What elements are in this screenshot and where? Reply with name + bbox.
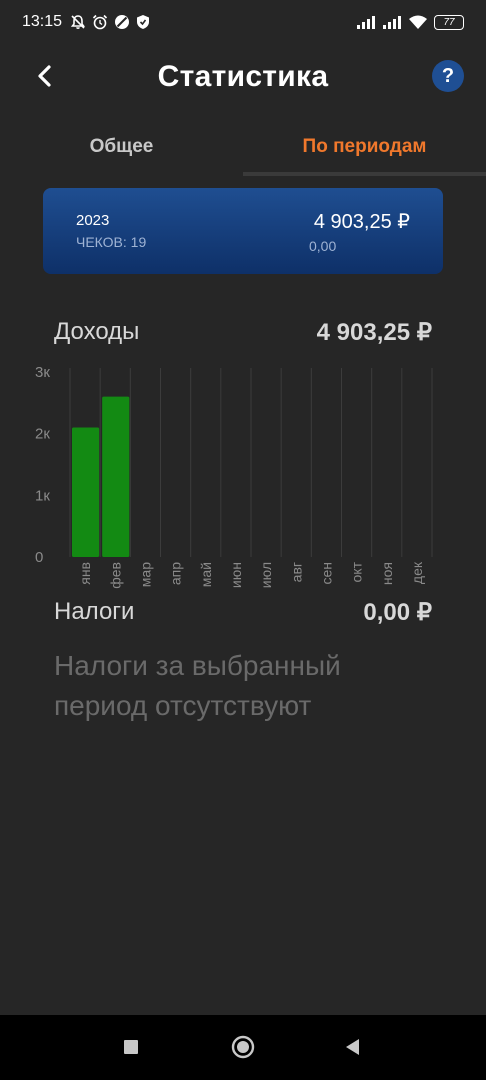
income-chart-svg: 0 1к 2к 3к янв фев мар апр май июн июл авг сен окт ноя… (35, 364, 433, 589)
chart-y-tick-label: 2к (35, 426, 50, 443)
chart-x-tick-label: авг (288, 562, 304, 582)
chart-x-tick-label: сен (318, 562, 334, 585)
home-button[interactable] (231, 1035, 255, 1059)
period-card[interactable]: 2023 ЧЕКОВ: 19 4 903,25 ₽ 0,00 (43, 188, 443, 274)
help-button[interactable]: ? (432, 60, 464, 92)
income-row: Доходы 4 903,25 ₽ (54, 316, 432, 352)
taxes-empty-message: Налоги за выбранный период отсутствуют (54, 650, 341, 721)
chart-y-tick-label: 0 (35, 549, 43, 566)
status-icons (70, 14, 150, 30)
taxes-label: Налоги (54, 598, 135, 625)
taxes-row: Налоги 0,00 ₽ (54, 596, 432, 632)
chart-x-tick-label: окт (349, 561, 365, 582)
chart-x-tick-label: мар (137, 562, 153, 587)
help-icon: ? (441, 64, 455, 87)
status-right: 77 (356, 14, 464, 30)
tab-general[interactable]: Общее (0, 124, 243, 170)
tab-periods[interactable]: По периодам (243, 124, 486, 170)
taxes-total: 0,00 ₽ (363, 599, 432, 626)
page-title: Статистика (157, 60, 329, 93)
period-amount: 4 903,25 ₽ (313, 211, 410, 233)
alarm-icon (92, 14, 108, 30)
status-time: 13:15 (22, 13, 63, 30)
status-left: 13:15 (22, 13, 150, 31)
chart-bar (72, 427, 100, 557)
home-circle-icon (231, 1035, 255, 1059)
battery-level: 77 (443, 16, 455, 28)
screen: 13:15 77 Статистика ? Общее По периодам … (0, 0, 486, 1080)
chart-y-tick-label: 1к (35, 487, 50, 504)
signal-icon (357, 16, 375, 29)
chart-y-tick-label: 3к (35, 364, 50, 381)
chart-x-tick-label: дек (409, 561, 425, 584)
recent-apps-button[interactable] (119, 1035, 143, 1059)
income-total: 4 903,25 ₽ (316, 319, 432, 346)
period-year: 2023 (76, 212, 110, 229)
system-nav-bar (0, 1015, 486, 1080)
chart-x-tick-label: янв (77, 562, 93, 585)
period-secondary-amount: 0,00 (309, 238, 337, 254)
bell-off-icon (70, 15, 86, 29)
square-icon (124, 1040, 138, 1054)
system-back-button[interactable] (341, 1035, 365, 1059)
back-button[interactable] (28, 60, 60, 92)
wifi-icon (409, 15, 427, 29)
triangle-back-icon (346, 1039, 359, 1055)
tabs: Общее По периодам (0, 124, 486, 180)
chevron-left-icon (38, 65, 51, 87)
chart-x-tick-label: ноя (379, 562, 395, 585)
chart-x-tick-label: июн (228, 562, 244, 588)
chart-bar (102, 396, 130, 557)
tab-indicator (243, 172, 486, 176)
shield-icon (137, 15, 150, 29)
chart-x-tick-label: июл (258, 562, 274, 588)
signal-icon-2 (383, 16, 401, 29)
chart-x-tick-label: апр (168, 562, 184, 585)
no-entry-icon (115, 15, 130, 29)
chart-x-tick-label: май (198, 562, 214, 587)
header: Статистика ? (0, 48, 486, 106)
status-bar: 13:15 77 (0, 0, 486, 44)
period-checks-count: ЧЕКОВ: 19 (76, 234, 147, 250)
income-label: Доходы (54, 318, 140, 345)
chart-x-tick-label: фев (107, 562, 123, 589)
battery-icon: 77 (434, 14, 464, 30)
income-chart: 0 1к 2к 3к янв фев мар апр май июн июл авг сен окт ноя… (0, 360, 486, 600)
